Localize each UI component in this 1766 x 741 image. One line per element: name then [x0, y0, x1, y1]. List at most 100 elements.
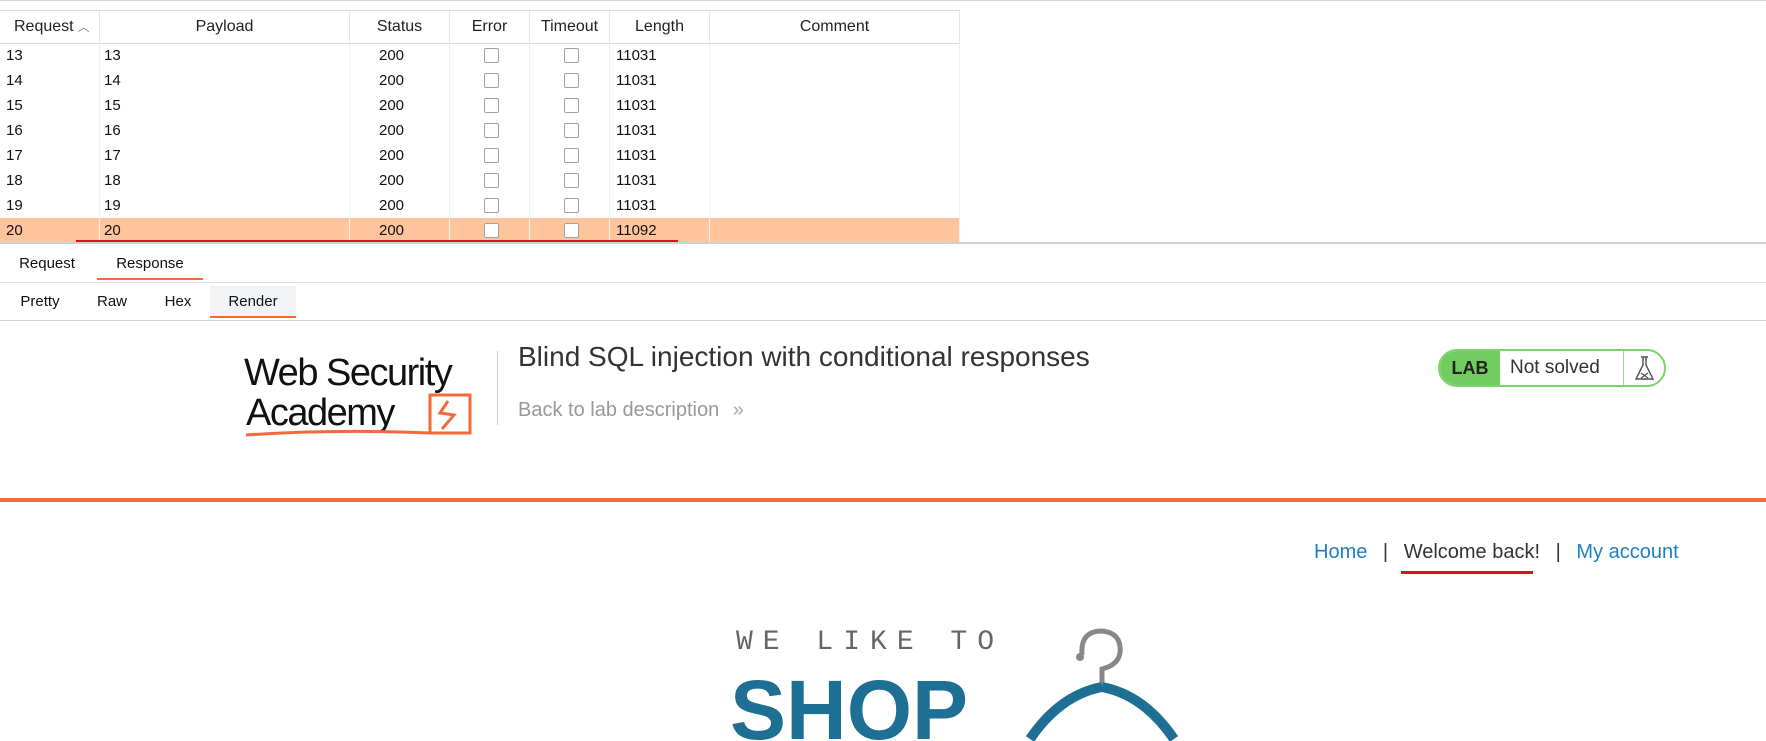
column-header-status[interactable]: Status: [350, 11, 450, 43]
error-checkbox[interactable]: [483, 98, 499, 113]
cell-comment: [710, 118, 960, 143]
cell-status: 200: [350, 43, 450, 68]
lab-status-badge: LAB Not solved: [1438, 349, 1666, 387]
tab-raw[interactable]: Raw: [86, 286, 138, 318]
column-header-comment[interactable]: Comment: [710, 11, 960, 43]
column-header-request[interactable]: Request ︿: [0, 11, 100, 43]
cell-timeout: [530, 168, 610, 193]
web-security-academy-logo[interactable]: Web Security Academy: [244, 349, 494, 439]
cell-error: [450, 43, 530, 68]
timeout-checkbox[interactable]: [563, 123, 579, 138]
tab-request[interactable]: Request: [8, 248, 86, 280]
error-checkbox[interactable]: [483, 48, 499, 63]
table-row[interactable]: 14 14 200 11031: [0, 68, 960, 93]
tab-label: Request: [19, 255, 75, 272]
cell-status: 200: [350, 168, 450, 193]
cell-payload: 18: [100, 168, 350, 193]
hanger-icon: [1025, 628, 1179, 741]
cell-comment: [710, 93, 960, 118]
shop-tagline: WE LIKE TO: [736, 627, 1004, 658]
intruder-results-table: Request ︿ Payload Status Error Timeout Le…: [0, 0, 1766, 244]
cell-comment: [710, 68, 960, 93]
column-header-payload[interactable]: Payload: [100, 11, 350, 43]
column-label: Timeout: [540, 18, 599, 35]
error-checkbox[interactable]: [483, 198, 499, 213]
nav-home-link[interactable]: Home: [1314, 541, 1367, 563]
column-label: Comment: [799, 18, 870, 35]
cell-length: 11031: [610, 43, 710, 68]
cell-error: [450, 193, 530, 218]
column-header-timeout[interactable]: Timeout: [530, 11, 610, 43]
cell-comment: [710, 193, 960, 218]
lab-label: LAB: [1440, 351, 1500, 385]
timeout-checkbox[interactable]: [563, 223, 579, 238]
cell-length: 11031: [610, 143, 710, 168]
cell-request: 14: [0, 68, 100, 93]
tab-label: Render: [228, 293, 278, 310]
back-link-label: Back to lab description: [518, 399, 720, 421]
cell-status: 200: [350, 68, 450, 93]
timeout-checkbox[interactable]: [563, 48, 579, 63]
table-row[interactable]: 17 17 200 11031: [0, 143, 960, 168]
cell-timeout: [530, 118, 610, 143]
column-label: Length: [635, 18, 684, 35]
tab-hex[interactable]: Hex: [152, 286, 204, 318]
nav-my-account-link[interactable]: My account: [1576, 541, 1678, 563]
error-checkbox[interactable]: [483, 73, 499, 88]
timeout-checkbox[interactable]: [563, 173, 579, 188]
tab-label: Pretty: [20, 293, 60, 310]
top-navigation: Home | Welcome back! | My account: [1314, 541, 1679, 564]
column-label: Payload: [195, 18, 254, 35]
nav-separator: |: [1382, 541, 1389, 563]
cell-timeout: [530, 68, 610, 93]
nav-separator: |: [1555, 541, 1561, 563]
logo-separator: [497, 351, 498, 425]
cell-status: 200: [350, 143, 450, 168]
column-label: Request: [14, 18, 74, 35]
error-checkbox[interactable]: [483, 123, 499, 138]
cell-request: 18: [0, 168, 100, 193]
table-row[interactable]: 18 18 200 11031: [0, 168, 960, 193]
error-checkbox[interactable]: [483, 223, 499, 238]
tab-label: Response: [116, 255, 184, 272]
cell-error: [450, 118, 530, 143]
cell-request: 19: [0, 193, 100, 218]
timeout-checkbox[interactable]: [563, 148, 579, 163]
cell-length: 11031: [610, 118, 710, 143]
lab-status-text: Not solved: [1510, 357, 1600, 378]
table-row[interactable]: 15 15 200 11031: [0, 93, 960, 118]
cell-payload: 13: [100, 43, 350, 68]
tab-label: Raw: [96, 293, 127, 310]
cell-comment: [710, 218, 960, 243]
cell-status: 200: [350, 118, 450, 143]
column-header-error[interactable]: Error: [450, 11, 530, 43]
timeout-checkbox[interactable]: [563, 73, 579, 88]
cell-request: 13: [0, 43, 100, 68]
tab-response[interactable]: Response: [97, 248, 203, 280]
table-row[interactable]: 19 19 200 11031: [0, 193, 960, 218]
cell-error: [450, 93, 530, 118]
timeout-checkbox[interactable]: [563, 98, 579, 113]
double-chevron-right-icon: »: [732, 399, 744, 421]
rendered-page: Web Security Academy Blind SQL injection…: [0, 320, 1766, 741]
cell-timeout: [530, 193, 610, 218]
error-checkbox[interactable]: [483, 173, 499, 188]
results-header: Request ︿ Payload Status Error Timeout Le…: [0, 10, 960, 44]
cell-payload: 15: [100, 93, 350, 118]
tab-pretty[interactable]: Pretty: [8, 286, 72, 318]
cell-payload: 14: [100, 68, 350, 93]
cell-error: [450, 68, 530, 93]
tab-render[interactable]: Render: [210, 286, 296, 318]
table-row[interactable]: 16 16 200 11031: [0, 118, 960, 143]
error-checkbox[interactable]: [483, 148, 499, 163]
cell-comment: [710, 168, 960, 193]
pane-divider[interactable]: [0, 242, 1766, 244]
column-header-length[interactable]: Length: [610, 11, 710, 43]
timeout-checkbox[interactable]: [563, 198, 579, 213]
cell-payload: 16: [100, 118, 350, 143]
welcome-underline: [1401, 571, 1533, 574]
back-to-lab-link[interactable]: Back to lab description »: [518, 399, 744, 422]
cell-request: 15: [0, 93, 100, 118]
table-row[interactable]: 13 13 200 11031: [0, 43, 960, 68]
cell-comment: [710, 43, 960, 68]
